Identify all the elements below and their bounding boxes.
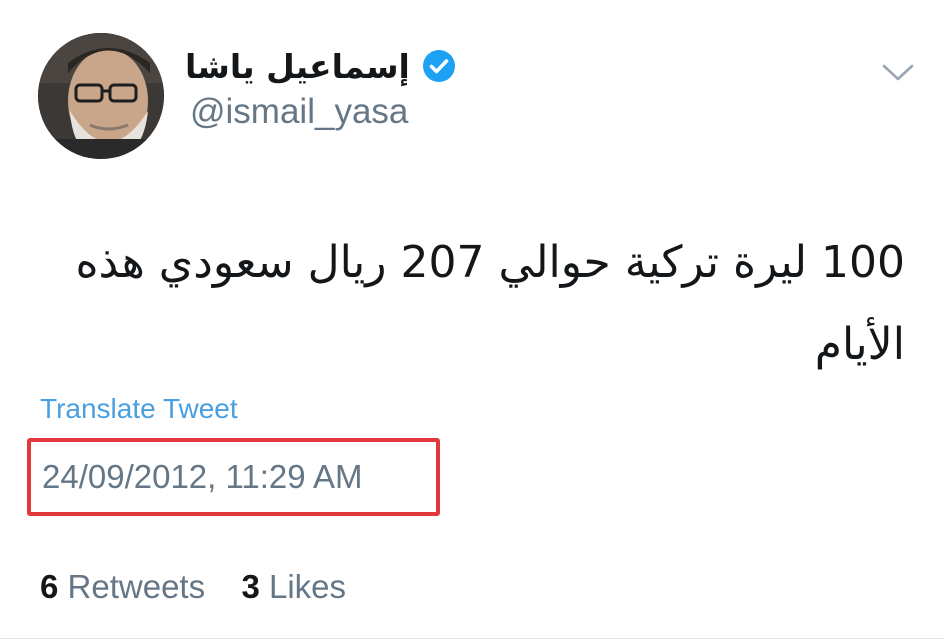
author-display-name[interactable]: إسماعيل ياشا	[185, 47, 410, 86]
bottom-divider	[0, 638, 945, 639]
translate-tweet-link[interactable]: Translate Tweet	[40, 393, 238, 425]
likes-stat[interactable]: 3 Likes	[241, 568, 346, 605]
retweets-stat[interactable]: 6 Retweets	[40, 568, 214, 605]
avatar-portrait	[38, 33, 164, 159]
tweet-stats: 6 Retweets 3 Likes	[40, 568, 346, 606]
retweets-label: Retweets	[67, 568, 206, 605]
likes-count: 3	[241, 568, 260, 605]
chevron-down-icon[interactable]	[878, 58, 918, 86]
verified-badge-icon	[422, 50, 455, 82]
retweets-count: 6	[40, 568, 59, 605]
tweet-timestamp[interactable]: 24/09/2012, 11:29 AM	[42, 458, 362, 496]
author-name-row: إسماعيل ياشا	[185, 40, 456, 92]
tweet-text: 100 ليرة تركية حوالي 207 ريال سعودي هذه …	[75, 237, 905, 370]
user-avatar[interactable]	[38, 33, 164, 159]
likes-label: Likes	[268, 568, 347, 605]
author-handle[interactable]: @ismail_yasa	[190, 92, 408, 132]
